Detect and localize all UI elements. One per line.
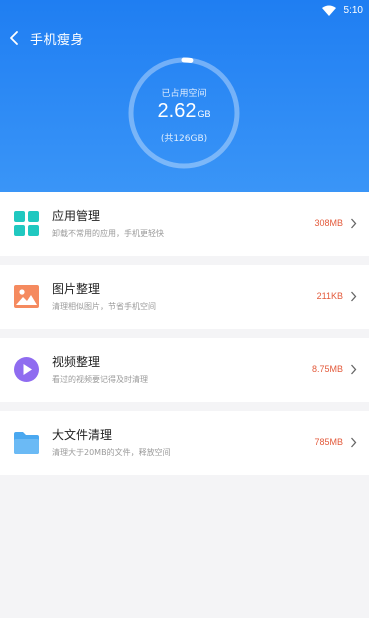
wifi-icon	[321, 5, 336, 16]
storage-gauge: 已占用空间 2.62GB (共126GB)	[127, 56, 241, 170]
list-item-photo-cleanup[interactable]: 图片整理 清理相似图片，节省手机空间 211KB	[0, 265, 369, 329]
list-item-app-manager[interactable]: 应用管理 卸载不常用的应用，手机更轻快 308MB	[0, 192, 369, 256]
item-title: 应用管理	[52, 209, 101, 223]
item-description: 看过的视频要记得及时清理	[52, 375, 148, 384]
item-description: 清理相似图片，节省手机空间	[52, 302, 156, 311]
chevron-right-icon	[351, 218, 357, 229]
chevron-right-icon	[351, 291, 357, 302]
chevron-right-icon	[351, 364, 357, 375]
item-description: 清理大于20MB的文件，释放空间	[52, 448, 171, 457]
item-size: 308MB	[314, 218, 343, 228]
list-item-large-file-cleanup[interactable]: 大文件清理 清理大于20MB的文件，释放空间 785MB	[0, 411, 369, 475]
chevron-right-icon	[351, 437, 357, 448]
used-space-unit: GB	[197, 109, 211, 119]
used-space-number: 2.62	[157, 100, 197, 122]
item-size: 8.75MB	[311, 364, 343, 374]
item-size: 785MB	[314, 437, 343, 447]
total-space: (共126GB)	[160, 134, 208, 144]
cleanup-list: 应用管理 卸载不常用的应用，手机更轻快 308MB 图片整理 清理相似图片，节省…	[0, 192, 369, 484]
item-title: 图片整理	[52, 282, 101, 296]
header: 5:10 手机瘦身 已占用空间 2.62GB (共126GB)	[0, 0, 369, 192]
folder-icon	[14, 432, 39, 454]
back-arrow-icon[interactable]	[8, 30, 20, 46]
used-space-label: 已占用空间	[161, 89, 207, 99]
item-description: 卸载不常用的应用，手机更轻快	[52, 229, 164, 238]
page-title: 手机瘦身	[30, 32, 85, 48]
play-icon	[14, 357, 39, 382]
image-icon	[14, 285, 39, 308]
list-item-video-cleanup[interactable]: 视频整理 看过的视频要记得及时清理 8.75MB	[0, 338, 369, 402]
status-bar: 5:10	[321, 2, 363, 18]
apps-grid-icon	[14, 211, 39, 236]
title-bar: 手机瘦身	[8, 28, 84, 48]
item-title: 视频整理	[52, 355, 101, 369]
used-space-value: 2.62GB	[127, 100, 241, 123]
item-title: 大文件清理	[52, 428, 113, 442]
item-size: 211KB	[316, 291, 343, 301]
status-time: 5:10	[343, 4, 363, 16]
